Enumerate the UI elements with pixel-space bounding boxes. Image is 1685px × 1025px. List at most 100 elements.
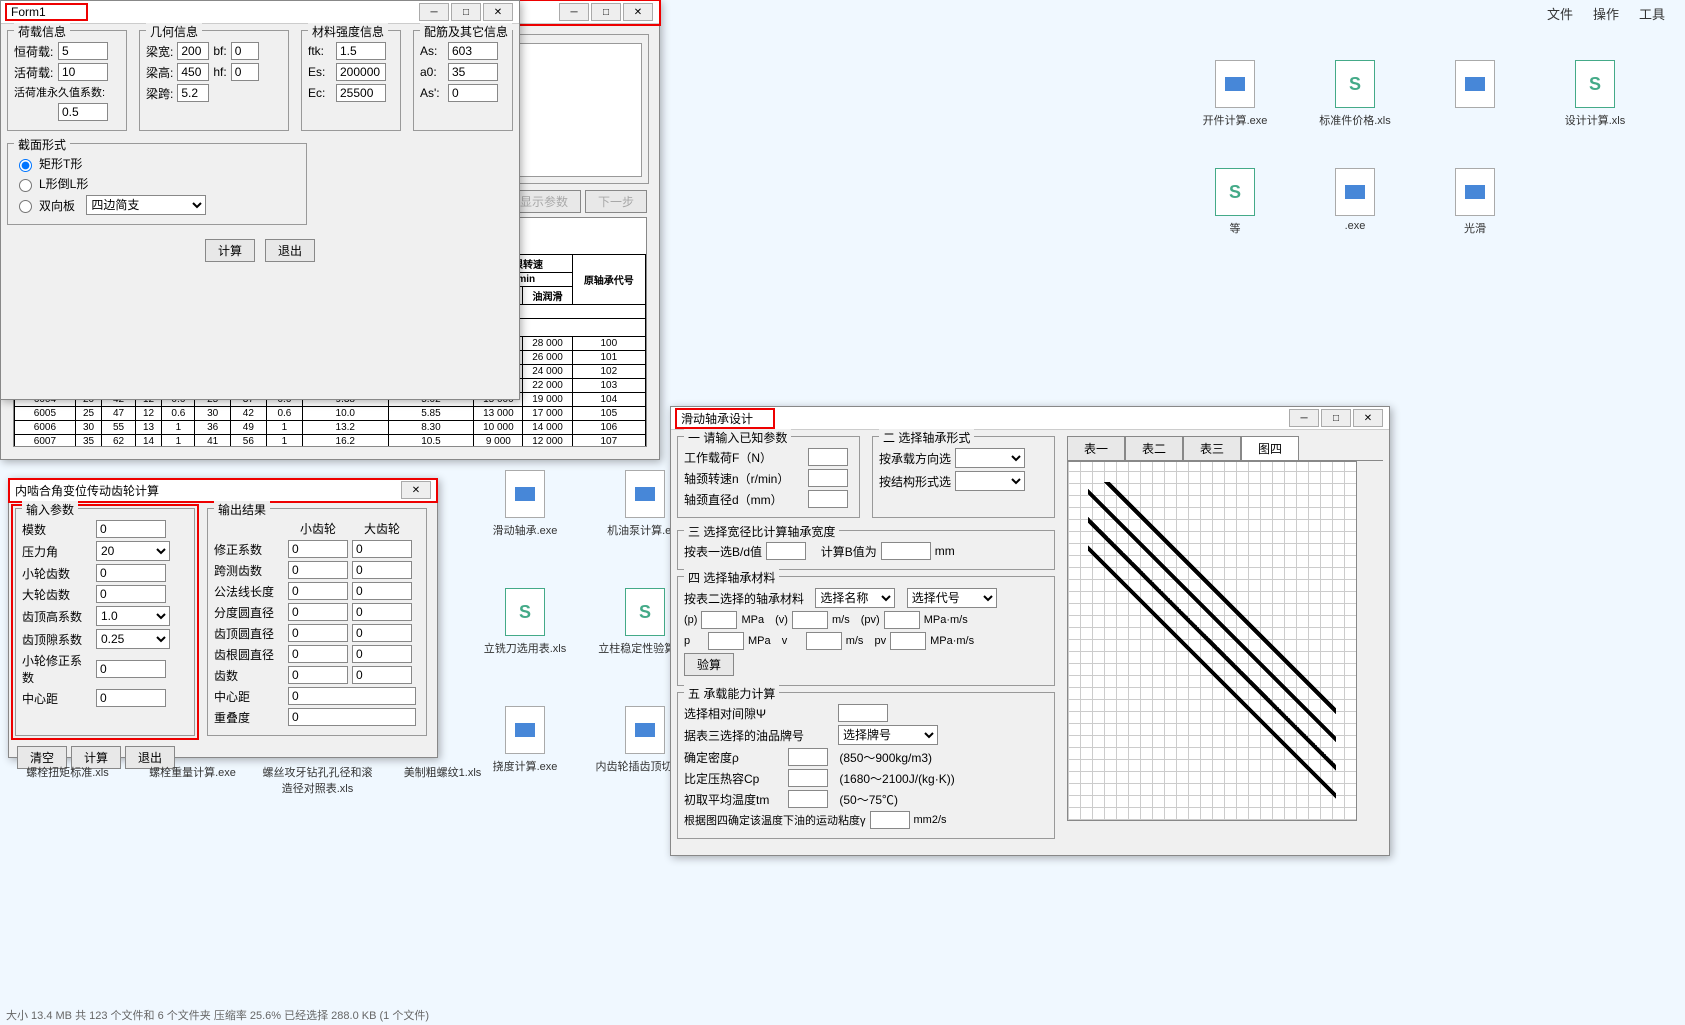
check-button[interactable]: 验算 — [684, 653, 734, 676]
struct-select[interactable] — [955, 471, 1025, 491]
d-input[interactable] — [808, 490, 848, 508]
live-input[interactable] — [58, 63, 108, 81]
out[interactable] — [288, 603, 348, 621]
p2[interactable] — [708, 632, 744, 650]
v2[interactable] — [806, 632, 842, 650]
titlebar[interactable]: Form1 ─□✕ — [1, 1, 519, 24]
min-icon[interactable]: ─ — [1289, 409, 1319, 427]
angle-select[interactable]: 20 — [96, 541, 170, 561]
di[interactable]: 立铣刀选用表.xls — [470, 588, 580, 656]
max-icon[interactable]: □ — [591, 3, 621, 21]
mod-input[interactable] — [96, 520, 166, 538]
table-row: 600630551313649113.28.3010 00014 000106 — [15, 421, 646, 435]
di[interactable]: 美制粗螺纹1.xls — [385, 764, 500, 796]
bi-select[interactable]: 四边简支 — [86, 195, 206, 215]
v-in[interactable] — [792, 611, 828, 629]
tab-4[interactable]: 图四 — [1241, 436, 1299, 460]
tab-3[interactable]: 表三 — [1183, 436, 1241, 460]
out[interactable] — [288, 687, 416, 705]
di[interactable]: 螺丝攻牙钻孔孔径和滚造径对照表.xls — [260, 764, 375, 796]
bw-input[interactable] — [177, 42, 209, 60]
exit-button[interactable]: 退出 — [265, 239, 315, 262]
c-select[interactable]: 0.25 — [96, 629, 170, 649]
close-icon[interactable]: ✕ — [623, 3, 653, 21]
di[interactable]: 等 — [1180, 168, 1290, 236]
close-icon[interactable]: ✕ — [483, 3, 513, 21]
z2-input[interactable] — [96, 585, 166, 603]
matname-select[interactable]: 选择名称 — [815, 588, 895, 608]
out[interactable] — [352, 540, 412, 558]
tm-input[interactable] — [788, 790, 828, 808]
di[interactable]: 光滑 — [1420, 168, 1530, 236]
n-input[interactable] — [808, 469, 848, 487]
close-icon[interactable]: ✕ — [1353, 409, 1383, 427]
close-icon[interactable]: ✕ — [401, 481, 431, 499]
out[interactable] — [352, 603, 412, 621]
out[interactable] — [288, 666, 348, 684]
out[interactable] — [288, 561, 348, 579]
titlebar[interactable]: 内啮合角变位传动齿轮计算 ✕ — [9, 479, 437, 502]
span-input[interactable] — [177, 84, 209, 102]
out[interactable] — [288, 645, 348, 663]
x1-input[interactable] — [96, 660, 166, 678]
sec-bi-radio[interactable] — [19, 200, 32, 213]
dead-input[interactable] — [58, 42, 108, 60]
sec-t-radio[interactable] — [19, 159, 32, 172]
max-icon[interactable]: □ — [451, 3, 481, 21]
out[interactable] — [288, 582, 348, 600]
matcode-select[interactable]: 选择代号 — [907, 588, 997, 608]
p-in[interactable] — [701, 611, 737, 629]
out[interactable] — [352, 561, 412, 579]
sec-l-radio[interactable] — [19, 179, 32, 192]
titlebar[interactable]: 滑动轴承设计 ─□✕ — [671, 407, 1389, 430]
di[interactable]: 螺栓扭矩标准.xls — [10, 764, 125, 796]
a0-input[interactable] — [448, 63, 498, 81]
pv-in[interactable] — [884, 611, 920, 629]
min-icon[interactable]: ─ — [559, 3, 589, 21]
center-input[interactable] — [96, 689, 166, 707]
dir-select[interactable] — [955, 448, 1025, 468]
di[interactable] — [1420, 60, 1530, 128]
psi-input[interactable] — [838, 704, 888, 722]
rho-input[interactable] — [788, 748, 828, 766]
quasi-input[interactable] — [58, 103, 108, 121]
menu-tool[interactable]: 工具 — [1639, 4, 1665, 23]
pv2[interactable] — [890, 632, 926, 650]
out[interactable] — [288, 708, 416, 726]
di[interactable]: 螺栓重量计算.exe — [135, 764, 250, 796]
tab-1[interactable]: 表一 — [1067, 436, 1125, 460]
hf-input[interactable] — [231, 63, 259, 81]
asp-input[interactable] — [448, 84, 498, 102]
ha-select[interactable]: 1.0 — [96, 606, 170, 626]
out[interactable] — [352, 582, 412, 600]
out[interactable] — [352, 645, 412, 663]
di[interactable]: 滑动轴承.exe — [470, 470, 580, 538]
di[interactable]: 设计计算.xls — [1540, 60, 1650, 128]
ec-input[interactable] — [336, 84, 386, 102]
out[interactable] — [288, 540, 348, 558]
ftk-input[interactable] — [336, 42, 386, 60]
di[interactable]: 标准件价格.xls — [1300, 60, 1410, 128]
min-icon[interactable]: ─ — [419, 3, 449, 21]
menu-op[interactable]: 操作 — [1593, 4, 1619, 23]
tab-2[interactable]: 表二 — [1125, 436, 1183, 460]
visc-input[interactable] — [870, 811, 910, 829]
di[interactable]: 开件计算.exe — [1180, 60, 1290, 128]
menu-file[interactable]: 文件 — [1547, 4, 1573, 23]
di[interactable]: 弹性挡圈.xls — [1660, 60, 1685, 128]
bd-input[interactable] — [766, 542, 806, 560]
out[interactable] — [352, 666, 412, 684]
F-input[interactable] — [808, 448, 848, 466]
bf-input[interactable] — [231, 42, 259, 60]
as-input[interactable] — [448, 42, 498, 60]
brand-select[interactable]: 选择牌号 — [838, 725, 938, 745]
z1-input[interactable] — [96, 564, 166, 582]
max-icon[interactable]: □ — [1321, 409, 1351, 427]
cp-input[interactable] — [788, 769, 828, 787]
es-input[interactable] — [336, 63, 386, 81]
calc-button[interactable]: 计算 — [205, 239, 255, 262]
out[interactable] — [288, 624, 348, 642]
di[interactable]: .exe — [1300, 168, 1410, 236]
bh-input[interactable] — [177, 63, 209, 81]
out[interactable] — [352, 624, 412, 642]
